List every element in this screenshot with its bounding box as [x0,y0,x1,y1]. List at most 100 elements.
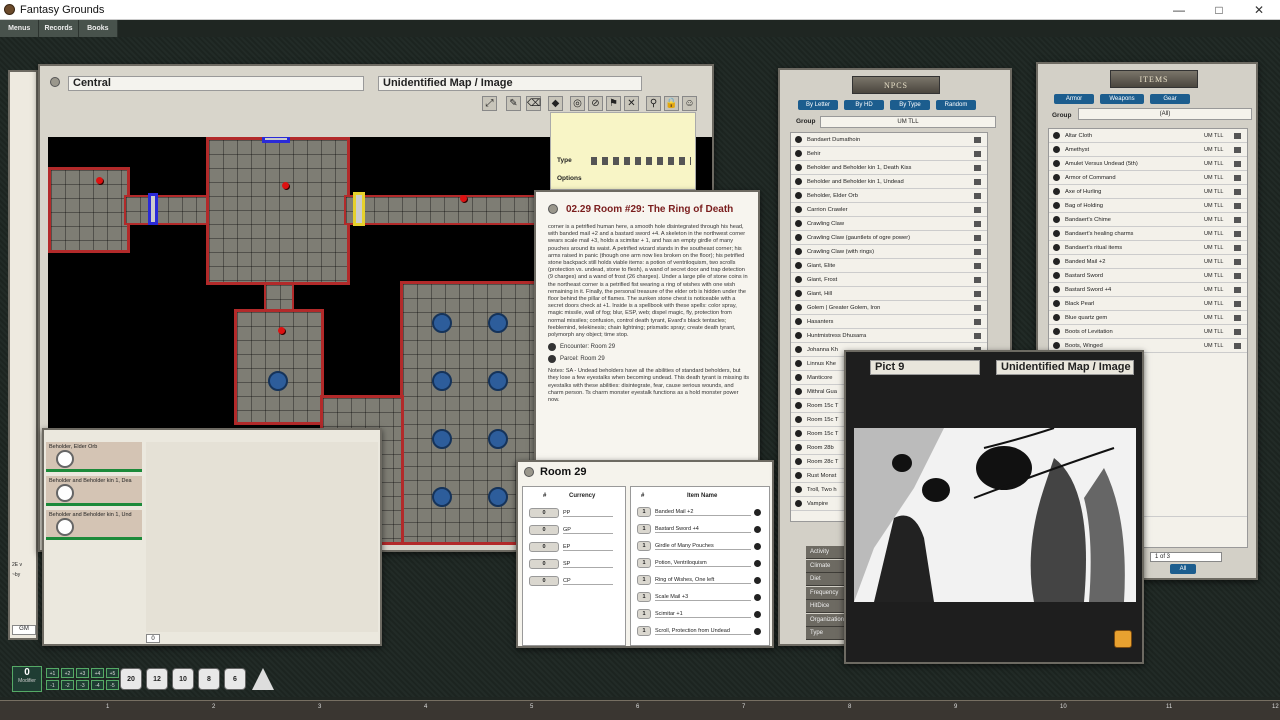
link-icon[interactable] [795,178,802,185]
books-button[interactable]: Books [79,20,118,37]
link-icon[interactable] [795,290,802,297]
npc-list-item[interactable]: Behir [791,147,987,161]
npc-list-item[interactable]: Crawling Claw (gauntlets of ogre power) [791,231,987,245]
map-pin[interactable] [460,195,467,202]
person-icon[interactable]: ☺ [682,96,697,111]
map-pin[interactable] [96,177,103,184]
round-counter[interactable]: 0 [146,634,160,643]
link-icon[interactable] [1053,146,1060,153]
link-icon[interactable] [795,164,802,171]
combat-entry[interactable]: Beholder, Elder Orb [46,442,142,472]
link-icon[interactable] [1053,216,1060,223]
item-link-icon[interactable] [754,542,761,550]
map-door[interactable] [262,137,290,143]
link-icon[interactable] [795,388,802,395]
gm-identity[interactable]: GM [12,625,36,635]
npc-list-item[interactable]: Bandaert Dumathoin [791,133,987,147]
link-icon[interactable] [1053,188,1060,195]
parcel-item-row[interactable]: 1 Potion, Ventriloquism [637,556,761,570]
link-icon[interactable] [1053,272,1060,279]
map-door[interactable] [353,192,365,226]
weapons-tab[interactable]: Weapons [1100,94,1144,104]
item-list-item[interactable]: Armor of Command UM TLL [1049,171,1247,185]
link-icon[interactable] [795,262,802,269]
delete-icon[interactable]: ✕ [624,96,639,111]
item-list-item[interactable]: Boots of Levitation UM TLL [1049,325,1247,339]
parcel-link[interactable]: Parcel: Room 29 [548,355,750,364]
npc-list-item[interactable]: Hasanters [791,315,987,329]
d20-icon[interactable]: 20 [120,668,142,690]
map-pin[interactable] [278,327,285,334]
modifier-button[interactable]: +5 [106,668,119,678]
encounter-link[interactable]: Encounter: Room 29 [548,343,750,352]
link-icon[interactable] [1053,300,1060,307]
item-list-item[interactable]: Bag of Holding UM TLL [1049,199,1247,213]
pin-icon[interactable]: ⚲ [646,96,661,111]
currency-row[interactable]: 0 PP [529,507,613,519]
item-link-icon[interactable] [754,508,761,516]
link-icon[interactable] [795,458,802,465]
token-icon[interactable] [56,484,74,502]
npc-list-item[interactable]: Crawling Claw [791,217,987,231]
parcel-item-row[interactable]: 1 Girdle of Many Pouches [637,539,761,553]
currency-row[interactable]: 0 EP [529,541,613,553]
link-icon[interactable] [795,304,802,311]
npc-list-item[interactable]: Golem | Greater Golem, Iron [791,301,987,315]
link-icon[interactable] [795,360,802,367]
item-list-item[interactable]: Banded Mail +2 UM TLL [1049,255,1247,269]
modifier-button[interactable]: +4 [91,668,104,678]
maximize-icon[interactable]: □ [1204,2,1234,18]
d10-icon[interactable]: 10 [172,668,194,690]
parcel-item-row[interactable]: 1 Banded Mail +2 [637,505,761,519]
link-icon[interactable] [795,472,802,479]
modifier-button[interactable]: +1 [46,668,59,678]
link-icon[interactable] [1053,160,1060,167]
npc-list-item[interactable]: Crawling Claw (with rings) [791,245,987,259]
close-icon[interactable]: ✕ [1244,2,1274,18]
currency-row[interactable]: 0 GP [529,524,613,536]
modifier-button[interactable]: -3 [76,680,89,690]
link-icon[interactable] [1053,328,1060,335]
mask-icon[interactable]: ⊘ [588,96,603,111]
link-icon[interactable] [795,346,802,353]
modifier-button[interactable]: +3 [76,668,89,678]
shortcut-icon[interactable]: ◆ [548,96,563,111]
item-list-item[interactable]: Bandaert's Chime UM TLL [1049,213,1247,227]
picture-name-field[interactable]: Pict 9 [870,360,980,375]
item-link-icon[interactable] [754,576,761,584]
link-icon[interactable] [795,402,802,409]
link-icon[interactable] [795,192,802,199]
all-button[interactable]: All [1170,564,1196,574]
currency-row[interactable]: 0 SP [529,558,613,570]
by-letter-tab[interactable]: By Letter [798,100,838,110]
by-hd-tab[interactable]: By HD [844,100,884,110]
currency-row[interactable]: 0 CP [529,575,613,587]
item-list-item[interactable]: Axe of Hurling UM TLL [1049,185,1247,199]
picture-image[interactable] [854,428,1136,602]
target-icon[interactable]: ◎ [570,96,585,111]
token-icon[interactable] [56,518,74,536]
item-link-icon[interactable] [754,627,761,635]
npc-list-item[interactable]: Giant, Frost [791,273,987,287]
picture-unidentified-field[interactable]: Unidentified Map / Image [996,360,1134,375]
link-icon[interactable] [1053,342,1060,349]
draw-icon[interactable]: ✎ [506,96,521,111]
d6-icon[interactable]: 6 [224,668,246,690]
npc-list-item[interactable]: Beholder, Elder Orb [791,189,987,203]
modifier-button[interactable]: -5 [106,680,119,690]
item-link-icon[interactable] [754,593,761,601]
map-pin[interactable] [282,182,289,189]
link-icon[interactable] [1053,132,1060,139]
image-unidentified-field[interactable]: Unidentified Map / Image [378,76,642,91]
parcel-lock-icon[interactable] [524,467,534,477]
modifier-box[interactable]: 0 Modifier [12,666,42,692]
item-list-item[interactable]: Bastard Sword UM TLL [1049,269,1247,283]
lock-icon[interactable]: 🔒 [664,96,679,111]
item-link-icon[interactable] [754,525,761,533]
parcel-item-row[interactable]: 1 Scroll, Protection from Undead [637,624,761,638]
window-lock-icon[interactable] [50,77,60,87]
link-icon[interactable] [1053,202,1060,209]
npc-list-item[interactable]: Giant, Hill [791,287,987,301]
armor-tab[interactable]: Armor [1054,94,1094,104]
link-icon[interactable] [795,136,802,143]
